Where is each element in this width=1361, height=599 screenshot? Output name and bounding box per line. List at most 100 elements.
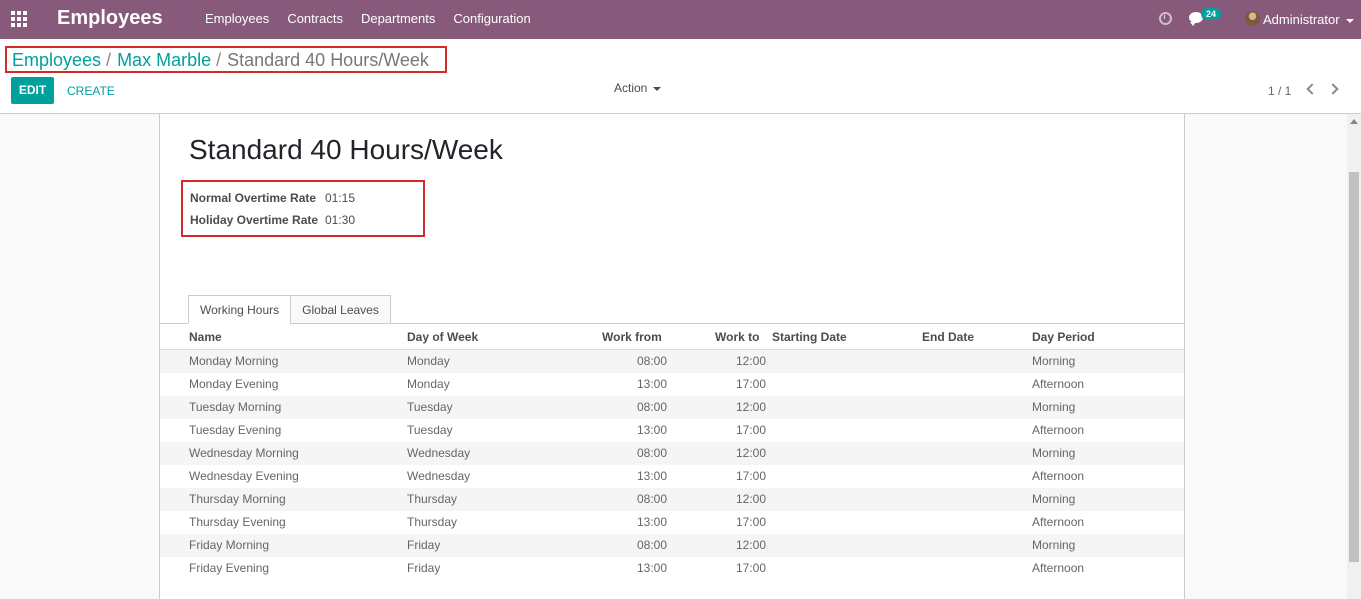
column-end-date[interactable]: End Date: [922, 330, 974, 344]
menu-item-contracts[interactable]: Contracts: [287, 11, 343, 26]
breadcrumb-current: Standard 40 Hours/Week: [227, 50, 429, 70]
cell-day-period: Morning: [1032, 446, 1076, 460]
cell-work-from: 13:00: [636, 377, 667, 391]
table-row[interactable]: Friday Morning Friday 08:00 12:00 Morning: [160, 534, 1184, 557]
breadcrumb-item-employee[interactable]: Max Marble: [117, 50, 211, 70]
cell-day-of-week: Wednesday: [407, 469, 471, 483]
table-row[interactable]: Thursday Morning Thursday 08:00 12:00 Mornin…: [160, 488, 1184, 511]
column-name[interactable]: Name: [189, 330, 222, 344]
cell-day-period: Afternoon: [1032, 515, 1085, 529]
holiday-overtime-rate-value: 01:30: [325, 213, 356, 227]
tab-working-hours[interactable]: Working Hours: [188, 295, 292, 324]
breadcrumb: Employees / Max Marble / Standard 40 Hours/W…: [12, 50, 429, 71]
cell-work-from: 08:00: [636, 492, 667, 506]
cell-work-from: 13:00: [636, 561, 667, 575]
normal-overtime-rate-value: 01:15: [325, 191, 356, 205]
working-hours-rows: Monday Morning Monday 08:00 12:00 Morning Mon…: [160, 350, 1184, 580]
form-sheet: Standard 40 Hours/Week Normal Overtime R…: [159, 114, 1185, 599]
table-row[interactable]: Tuesday Morning Tuesday 08:00 12:00 Morning: [160, 396, 1184, 419]
user-name: Administrator: [1263, 12, 1340, 27]
apps-menu-icon[interactable]: [11, 11, 27, 27]
cell-work-from: 13:00: [636, 469, 667, 483]
table-row[interactable]: Tuesday Evening Tuesday 13:00 17:00 Afternoo…: [160, 419, 1184, 442]
action-dropdown[interactable]: Action: [614, 81, 662, 95]
cell-day-period: Morning: [1032, 354, 1076, 368]
table-row[interactable]: Monday Evening Monday 13:00 17:00 Afternoon: [160, 373, 1184, 396]
cell-work-to: 17:00: [735, 377, 766, 391]
menu-item-configuration[interactable]: Configuration: [453, 11, 530, 26]
table-row[interactable]: Wednesday Evening Wednesday 13:00 17:00 Afte…: [160, 465, 1184, 488]
create-button[interactable]: CREATE: [67, 84, 115, 98]
breadcrumb-separator: /: [106, 50, 112, 70]
cell-work-to: 12:00: [735, 400, 766, 414]
cell-name: Tuesday Morning: [189, 400, 282, 414]
pager-previous-icon[interactable]: [1306, 83, 1318, 95]
scroll-up-arrow-icon[interactable]: [1350, 119, 1358, 124]
scrollbar-thumb[interactable]: [1349, 172, 1359, 562]
table-row[interactable]: Thursday Evening Thursday 13:00 17:00 Aftern…: [160, 511, 1184, 534]
cell-work-to: 12:00: [735, 354, 766, 368]
main-menu: Employees Contracts Departments Configur…: [205, 11, 531, 26]
cell-name: Wednesday Morning: [189, 446, 299, 460]
breadcrumb-separator: /: [216, 50, 222, 70]
cell-day-of-week: Monday: [407, 377, 450, 391]
user-avatar[interactable]: [1245, 11, 1260, 26]
app-brand: Employees: [57, 7, 163, 29]
cell-work-to: 17:00: [735, 515, 766, 529]
column-day-of-week[interactable]: Day of Week: [407, 330, 478, 344]
cell-day-period: Afternoon: [1032, 423, 1085, 437]
column-starting-date[interactable]: Starting Date: [772, 330, 847, 344]
caret-down-icon: [1345, 18, 1354, 23]
column-work-to[interactable]: Work to: [715, 330, 759, 344]
activity-clock-icon[interactable]: [1159, 12, 1172, 25]
cell-work-from: 08:00: [636, 400, 667, 414]
pager-next-icon[interactable]: [1327, 83, 1339, 95]
cell-day-period: Morning: [1032, 538, 1076, 552]
cell-day-of-week: Wednesday: [407, 446, 471, 460]
action-label: Action: [614, 81, 648, 95]
cell-name: Thursday Evening: [189, 515, 286, 529]
breadcrumb-item-employees[interactable]: Employees: [12, 50, 101, 70]
table-row[interactable]: Monday Morning Monday 08:00 12:00 Morning: [160, 350, 1184, 373]
cell-name: Friday Morning: [189, 538, 270, 552]
cell-name: Tuesday Evening: [189, 423, 282, 437]
column-day-period[interactable]: Day Period: [1032, 330, 1095, 344]
messages-count-badge: 24: [1201, 8, 1222, 20]
cell-work-from: 08:00: [636, 538, 667, 552]
cell-work-to: 17:00: [735, 469, 766, 483]
cell-work-from: 08:00: [636, 446, 667, 460]
cell-day-period: Morning: [1032, 400, 1076, 414]
menu-item-departments[interactable]: Departments: [361, 11, 435, 26]
notebook-tabs: Working Hours Global Leaves: [188, 295, 391, 324]
pager-value: 1 / 1: [1268, 84, 1292, 98]
page-scrollbar[interactable]: [1347, 114, 1361, 599]
table-row[interactable]: Wednesday Morning Wednesday 08:00 12:00 Morn…: [160, 442, 1184, 465]
cell-work-from: 08:00: [636, 354, 667, 368]
cell-day-of-week: Thursday: [407, 515, 458, 529]
top-navbar: Employees Employees Contracts Department…: [0, 0, 1361, 39]
table-row[interactable]: Friday Evening Friday 13:00 17:00 Afternoon: [160, 557, 1184, 580]
cell-name: Thursday Morning: [189, 492, 286, 506]
cell-day-period: Afternoon: [1032, 469, 1085, 483]
cell-name: Wednesday Evening: [189, 469, 299, 483]
cell-work-from: 13:00: [636, 423, 667, 437]
record-title: Standard 40 Hours/Week: [189, 134, 503, 165]
cell-name: Monday Evening: [189, 377, 279, 391]
user-menu[interactable]: Administrator: [1263, 12, 1354, 27]
cell-work-to: 12:00: [735, 538, 766, 552]
cell-work-to: 17:00: [735, 423, 766, 437]
cell-work-to: 12:00: [735, 446, 766, 460]
breadcrumb-highlight: Employees / Max Marble / Standard 40 Hours/W…: [5, 46, 447, 73]
cell-name: Monday Morning: [189, 354, 279, 368]
tab-global-leaves[interactable]: Global Leaves: [291, 295, 391, 324]
caret-down-icon: [653, 86, 662, 91]
cell-day-period: Afternoon: [1032, 377, 1085, 391]
cell-day-period: Morning: [1032, 492, 1076, 506]
normal-overtime-rate-label: Normal Overtime Rate: [190, 191, 317, 205]
cell-work-from: 13:00: [636, 515, 667, 529]
column-work-from[interactable]: Work from: [602, 330, 662, 344]
edit-button[interactable]: EDIT: [11, 77, 54, 104]
menu-item-employees[interactable]: Employees: [205, 11, 269, 26]
cell-day-period: Afternoon: [1032, 561, 1085, 575]
cell-day-of-week: Monday: [407, 354, 450, 368]
